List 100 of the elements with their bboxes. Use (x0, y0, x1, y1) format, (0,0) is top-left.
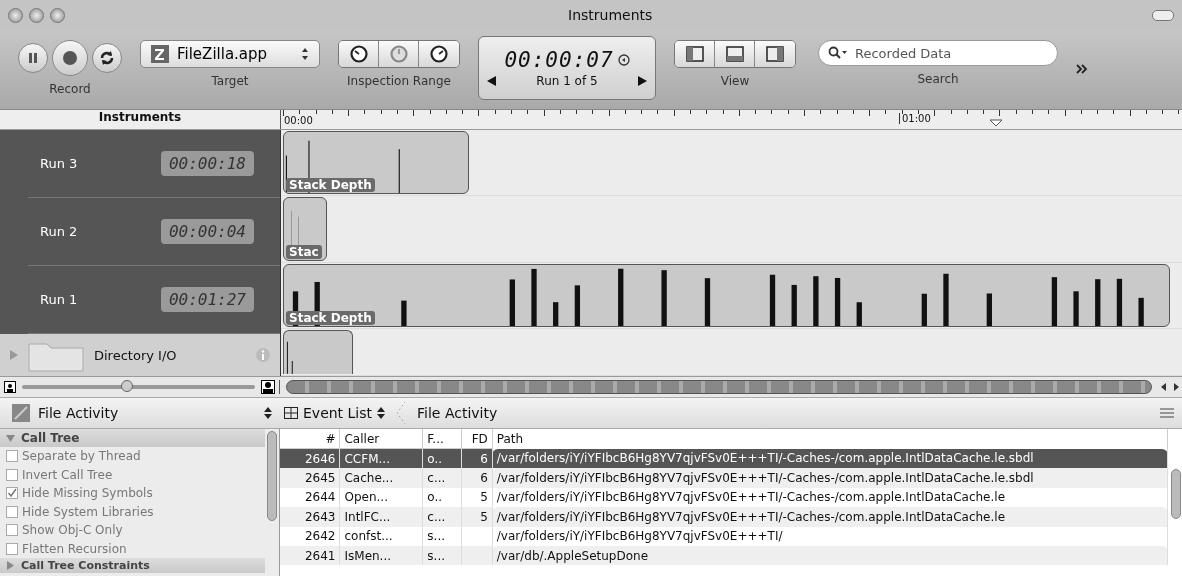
option-checkbox[interactable]: Flatten Recursion (0, 539, 265, 558)
next-run-button[interactable] (638, 76, 647, 86)
stepper-icon (264, 407, 272, 419)
minimize-button[interactable] (29, 7, 44, 23)
table-cell: 2643 (304, 509, 336, 524)
track-clip[interactable]: Stack Depth (283, 263, 1170, 328)
constraints-section-header[interactable]: Call Tree Constraints (0, 558, 265, 573)
track-clip[interactable] (283, 330, 353, 374)
table-cell: CCFM... (344, 451, 390, 466)
run-name: Run 3 (40, 156, 78, 171)
spike-bar (1095, 279, 1101, 327)
track-clip[interactable]: Stac (283, 197, 328, 261)
table-cell: 2646 (304, 451, 336, 466)
call-tree-section-header[interactable]: Call Tree (0, 429, 265, 447)
stepper-icon (301, 47, 309, 61)
table-cell: IntlFC... (344, 509, 391, 524)
spike-bar (856, 302, 862, 327)
column-header[interactable]: FD (461, 429, 493, 449)
loop-button[interactable] (92, 43, 122, 73)
record-button[interactable] (52, 40, 88, 76)
table-row[interactable]: 2646 CCFM... o.. 6 /var/folders/iY/iYFIbcB6Hg8YV7qjvFSv0E+++TI/-Caches-/com.apple.IntlDataCache.le.sbdl (280, 448, 1168, 469)
horizontal-scrollbar[interactable] (286, 380, 1152, 394)
track-clip[interactable]: Stack Depth (283, 131, 470, 195)
spike-bar (401, 300, 407, 327)
playhead-icon[interactable] (989, 119, 1003, 127)
spike-bar (531, 268, 537, 327)
layout-button[interactable] (715, 41, 755, 67)
table-row[interactable]: 2641 IsMen... s... /var/db/.AppleSetupDone (280, 545, 1168, 566)
panel-layout-icon (685, 46, 704, 62)
table-cell: s... (427, 529, 446, 544)
clock-icon (389, 45, 408, 63)
option-checkbox[interactable]: Hide System Libraries (0, 502, 265, 521)
instruments-header: Instruments (98, 110, 182, 124)
table-row[interactable]: 2642 confst... s... /var/folders/iY/iYFIbcB6Hg8YV7qjvFSv0E+++TI/ (280, 526, 1168, 546)
table-cell: 6 (480, 451, 488, 466)
table-cell: /var/folders/iY/iYFIbcB6Hg8YV7qjvFSv0E+++TI/-Caches-/com.apple.IntlDataCache.le (496, 509, 1006, 524)
spike-bar (1073, 291, 1079, 327)
table-cell: Open... (344, 490, 388, 505)
spike-bar (661, 269, 667, 327)
breadcrumb-item[interactable]: File Activity (413, 405, 502, 421)
table-cell: IsMen... (344, 548, 392, 563)
large-person-icon[interactable] (261, 380, 275, 394)
instrument-name: Directory I/O (94, 347, 178, 363)
track-label: Stack Depth (286, 178, 375, 193)
menu-icon[interactable] (1160, 408, 1174, 418)
option-checkbox[interactable]: Separate by Thread (0, 447, 265, 466)
view-label: View (720, 74, 750, 88)
option-checkbox[interactable]: Hide Missing Symbols (0, 484, 265, 503)
clock-icon (349, 45, 368, 63)
layout-button[interactable] (675, 41, 715, 67)
scroll-arrows-icon[interactable] (1161, 383, 1179, 391)
table-row[interactable]: 2645 Cache... c... 6 /var/folders/iY/iYFIbcB6Hg8YV7qjvFSv0E+++TI/-Caches-/com.apple.IntlDataCache.le.sbdl (280, 468, 1168, 488)
column-header[interactable]: Caller (340, 429, 423, 449)
instrument-selector[interactable]: File Activity (0, 404, 280, 422)
target-dropdown[interactable]: FileZilla.app (140, 40, 320, 68)
table-row[interactable]: 2643 IntlFC... c... 5 /var/folders/iY/iYFIbcB6Hg8YV7qjvFSv0E+++TI/-Caches-/com.apple.IntlDataCache.le (280, 507, 1168, 527)
run-counter: Run 1 of 5 (536, 74, 598, 88)
window-title: Instruments (568, 7, 653, 23)
panel-layout-icon (766, 46, 784, 62)
zoom-slider-thumb[interactable] (120, 380, 133, 392)
track-label: Stac (286, 244, 322, 259)
search-field[interactable]: Recorded Data (818, 40, 1058, 66)
clock-icon (430, 45, 448, 63)
clock-button[interactable] (339, 41, 379, 67)
spike-bar (509, 279, 515, 327)
zoom-button[interactable] (50, 7, 65, 23)
spike-bar (1051, 276, 1058, 327)
run-row[interactable]: Run 2 00:00:04 (28, 198, 280, 266)
option-checkbox[interactable]: Show Obj-C Only (0, 521, 265, 540)
search-label: Search (917, 72, 959, 86)
column-header[interactable]: Path (492, 429, 1168, 449)
time-tick: 01:00 (899, 113, 931, 124)
table-cell: 2641 (304, 548, 336, 563)
run-row[interactable]: Run 3 00:00:18 (28, 130, 280, 198)
table-cell: 5 (480, 490, 488, 505)
small-person-icon[interactable] (4, 381, 16, 393)
previous-run-button[interactable] (487, 76, 496, 86)
overflow-icon[interactable] (1076, 64, 1088, 74)
right-triangle-icon (638, 76, 647, 86)
clock-button[interactable] (419, 41, 459, 67)
option-checkbox[interactable]: Invert Call Tree (0, 465, 265, 484)
event-list-selector[interactable]: Event List (280, 405, 390, 421)
close-button[interactable] (8, 7, 23, 23)
column-header[interactable]: # (280, 429, 340, 449)
toolbar-toggle-button[interactable] (1152, 9, 1174, 21)
stepper-icon (377, 407, 386, 419)
vertical-scrollbar[interactable] (1171, 469, 1181, 519)
table-cell: Cache... (344, 471, 394, 486)
table-cell: /var/folders/iY/iYFIbcB6Hg8YV7qjvFSv0E+++TI/-Caches-/com.apple.IntlDataCache.le (496, 490, 1006, 505)
layout-button[interactable] (755, 41, 795, 67)
pause-button[interactable] (18, 43, 48, 73)
loop-icon (99, 50, 115, 66)
run-duration: 00:00:18 (160, 151, 254, 176)
record-icon (62, 50, 78, 66)
column-header[interactable]: F... (422, 429, 462, 449)
run-name: Run 1 (40, 292, 78, 307)
spike-bar (769, 274, 776, 327)
table-cell: confst... (344, 529, 393, 544)
table-cell: s... (427, 548, 446, 563)
panel-layout-icon (725, 46, 744, 62)
